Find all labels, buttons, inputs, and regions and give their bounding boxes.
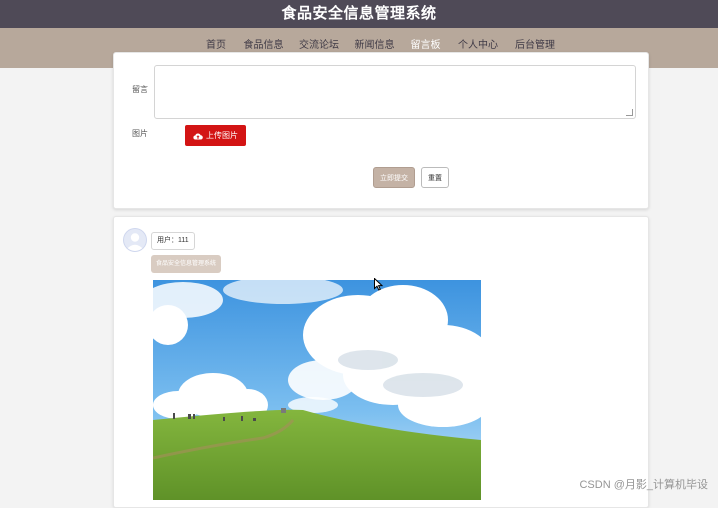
user-avatar-icon [123, 228, 147, 252]
nav-item-label: 新闻信息 [354, 40, 395, 51]
watermark: CSDN @月影_计算机毕设 [579, 479, 708, 491]
nav-item-label: 交流论坛 [299, 40, 339, 51]
nav-item-label: 个人中心 [458, 40, 498, 51]
message-image [153, 280, 481, 500]
nav-item-label: 后台管理 [515, 40, 555, 51]
message-textarea[interactable] [154, 65, 636, 119]
message-content: 食品安全信息管理系统 [151, 255, 222, 273]
upload-button-label: 上传图片 [206, 131, 238, 140]
message-list-card: 用户：111 食品安全信息管理系统 [113, 216, 649, 508]
site-title: 食品安全信息管理系统 [281, 5, 437, 22]
reset-button[interactable]: 重置 [421, 167, 449, 188]
nav-item-label: 留言板 [410, 40, 441, 51]
resize-grip-icon[interactable] [626, 109, 633, 116]
landscape-photo [153, 280, 481, 500]
site-header: 食品安全信息管理系统 [0, 0, 718, 28]
image-label: 图片 [132, 129, 148, 138]
cloud-upload-icon [193, 132, 203, 140]
message-form-card: 留言 图片 上传图片 立即提交 重置 [113, 52, 649, 209]
nav-item-label: 首页 [206, 40, 226, 51]
message-label: 留言 [132, 85, 148, 94]
avatar [123, 228, 147, 252]
nav-item-label: 食品信息 [243, 40, 284, 51]
upload-image-button[interactable]: 上传图片 [185, 125, 246, 146]
mouse-pointer-icon [374, 277, 384, 296]
submit-button[interactable]: 立即提交 [373, 167, 415, 188]
message-username: 用户：111 [151, 232, 195, 250]
